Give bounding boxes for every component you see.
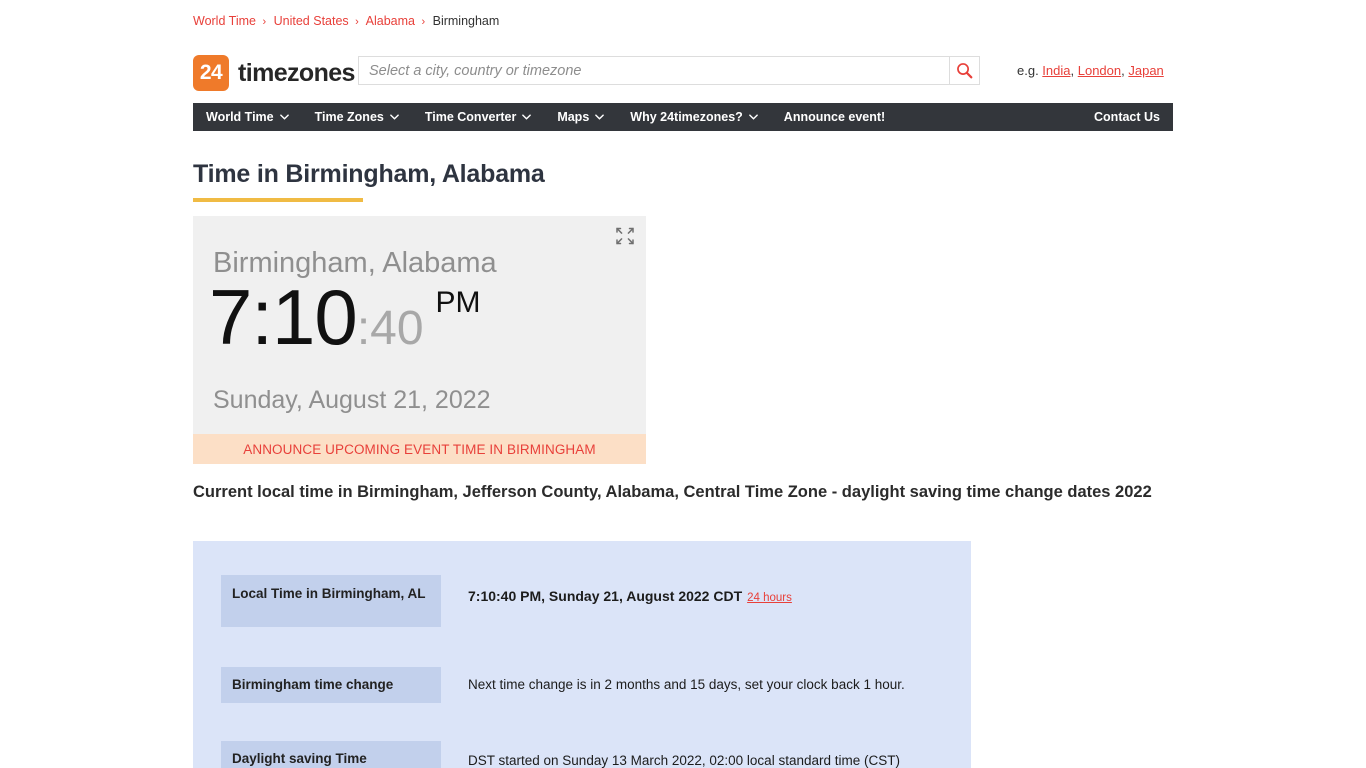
examples-prefix: e.g. bbox=[1017, 63, 1043, 78]
main-navigation: World Time Time Zones Time Converter Map… bbox=[193, 103, 1173, 131]
nav-item-maps[interactable]: Maps bbox=[544, 103, 617, 131]
title-underline-rule bbox=[193, 198, 363, 202]
breadcrumb-separator-icon: › bbox=[355, 16, 359, 28]
announce-event-label: ANNOUNCE UPCOMING EVENT TIME IN BIRMINGH… bbox=[243, 441, 596, 457]
row-label-local-time: Local Time in Birmingham, AL bbox=[221, 575, 441, 627]
row-value-local-time: 7:10:40 PM, Sunday 21, August 2022 CDT 24… bbox=[468, 587, 948, 607]
section-heading: Current local time in Birmingham, Jeffer… bbox=[193, 483, 1152, 501]
nav-item-announce-event[interactable]: Announce event! bbox=[771, 103, 898, 131]
breadcrumb-item-world-time[interactable]: World Time bbox=[193, 14, 256, 28]
nav-label: Contact Us bbox=[1094, 110, 1160, 124]
nav-label: World Time bbox=[206, 110, 274, 124]
site-logo[interactable]: 24 timezones bbox=[193, 55, 355, 91]
row-value-time-change: Next time change is in 2 months and 15 d… bbox=[468, 677, 905, 692]
clock-ampm: PM bbox=[435, 286, 481, 319]
breadcrumb-separator-icon: › bbox=[262, 16, 267, 28]
fullscreen-icon[interactable] bbox=[614, 225, 636, 247]
clock-widget: Birmingham, Alabama 7:10:40 PM Sunday, Au… bbox=[193, 216, 646, 434]
chevron-down-icon bbox=[595, 114, 605, 120]
example-link-japan[interactable]: Japan bbox=[1128, 63, 1163, 78]
logo-badge-24: 24 bbox=[193, 55, 229, 91]
example-link-india[interactable]: India bbox=[1042, 63, 1070, 78]
site-header: 24 timezones e.g. India, London, Japan bbox=[193, 52, 1173, 94]
chevron-down-icon bbox=[279, 114, 289, 120]
announce-event-button[interactable]: ANNOUNCE UPCOMING EVENT TIME IN BIRMINGH… bbox=[193, 434, 646, 464]
logo-wordmark: timezones bbox=[238, 58, 355, 87]
row-value-daylight-saving: DST started on Sunday 13 March 2022, 02:… bbox=[468, 753, 900, 768]
page-root: World Time › United States › Alabama › B… bbox=[0, 0, 1366, 768]
nav-item-time-zones[interactable]: Time Zones bbox=[302, 103, 412, 131]
nav-item-contact-us[interactable]: Contact Us bbox=[1081, 103, 1173, 131]
nav-item-world-time[interactable]: World Time bbox=[193, 103, 302, 131]
chevron-down-icon bbox=[522, 114, 532, 120]
24-hours-link[interactable]: 24 hours bbox=[747, 592, 792, 604]
nav-item-time-converter[interactable]: Time Converter bbox=[412, 103, 544, 131]
time-info-panel: Local Time in Birmingham, AL 7:10:40 PM,… bbox=[193, 541, 971, 768]
chevron-down-icon bbox=[748, 114, 758, 120]
clock-time: 7:10:40 PM bbox=[209, 278, 481, 356]
search-field-wrapper[interactable] bbox=[358, 56, 950, 85]
nav-label: Announce event! bbox=[783, 110, 886, 124]
example-link-london[interactable]: London bbox=[1078, 63, 1121, 78]
chevron-down-icon bbox=[390, 114, 399, 120]
nav-label: Why 24timezones? bbox=[630, 110, 743, 124]
nav-label: Time Converter bbox=[424, 110, 517, 124]
clock-hours-minutes: 7:10 bbox=[209, 273, 358, 361]
page-title: Time in Birmingham, Alabama bbox=[193, 160, 545, 188]
row-label-daylight-saving: Daylight saving Time bbox=[221, 741, 441, 768]
example-links: e.g. India, London, Japan bbox=[1017, 63, 1164, 78]
breadcrumb-item-birmingham: Birmingham bbox=[432, 14, 500, 28]
search-input[interactable] bbox=[359, 57, 949, 84]
breadcrumb-item-alabama[interactable]: Alabama bbox=[366, 14, 415, 28]
breadcrumb-item-united-states[interactable]: United States bbox=[274, 14, 349, 28]
nav-label: Maps bbox=[557, 110, 590, 124]
local-time-value: 7:10:40 PM, Sunday 21, August 2022 CDT bbox=[468, 588, 743, 604]
breadcrumb-separator-icon: › bbox=[421, 16, 426, 28]
search-button[interactable] bbox=[950, 56, 980, 85]
clock-seconds: :40 bbox=[356, 302, 424, 355]
nav-label: Time Zones bbox=[314, 110, 384, 124]
clock-date-label: Sunday, August 21, 2022 bbox=[213, 386, 491, 414]
nav-item-why-24timezones[interactable]: Why 24timezones? bbox=[617, 103, 771, 131]
row-label-time-change: Birmingham time change bbox=[221, 667, 441, 703]
breadcrumb: World Time › United States › Alabama › B… bbox=[193, 14, 499, 28]
search-icon bbox=[957, 63, 973, 79]
examples-sep: , bbox=[1070, 63, 1078, 78]
